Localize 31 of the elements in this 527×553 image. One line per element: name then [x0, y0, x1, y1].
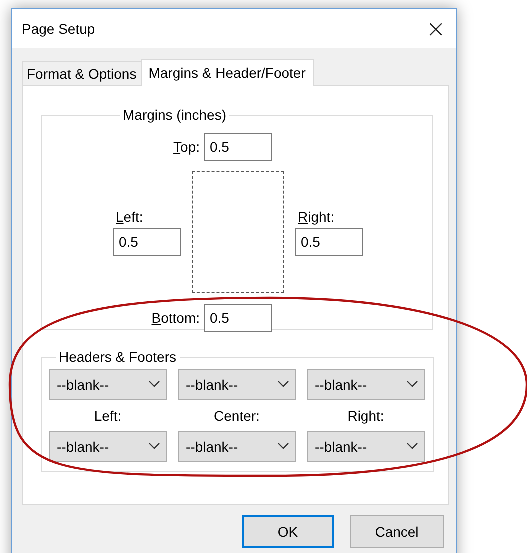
dropdown[interactable]: --blank--: [49, 431, 167, 462]
close-button[interactable]: ×: [416, 10, 456, 48]
position-label: Left:: [93, 407, 123, 426]
input-field[interactable]: 0.5: [113, 228, 181, 256]
chevron-down-icon: [278, 443, 289, 450]
field-label: Bottom:: [152, 310, 200, 326]
dropdown[interactable]: --blank--: [307, 369, 425, 400]
dialog-button[interactable]: OK: [242, 515, 334, 548]
dropdown[interactable]: --blank--: [49, 369, 167, 400]
dropdown[interactable]: --blank--: [178, 369, 296, 400]
chevron-down-icon: [149, 381, 160, 388]
group-title: Margins (inches): [122, 107, 228, 123]
tab[interactable]: Format & Options: [22, 61, 142, 85]
dropdown[interactable]: --blank--: [307, 431, 425, 462]
position-label: Center:: [213, 407, 261, 426]
chevron-down-icon: [149, 443, 160, 450]
dropdown[interactable]: --blank--: [178, 431, 296, 462]
window-title: Page Setup: [22, 20, 96, 36]
input-field[interactable]: 0.5: [204, 304, 272, 332]
position-label: Right:: [346, 407, 386, 426]
field-label: Right:: [298, 208, 336, 224]
input-field[interactable]: 0.5: [295, 228, 363, 256]
tab[interactable]: Margins & Header/Footer: [140, 59, 314, 86]
group-title: Headers & Footers: [58, 349, 178, 365]
chevron-down-icon: [407, 443, 418, 450]
field-label: Top:: [174, 139, 200, 155]
field-label: Left:: [116, 208, 144, 224]
chevron-down-icon: [278, 381, 289, 388]
input-field[interactable]: 0.5: [204, 133, 272, 161]
chevron-down-icon: [407, 381, 418, 388]
dialog-button[interactable]: Cancel: [350, 515, 444, 548]
